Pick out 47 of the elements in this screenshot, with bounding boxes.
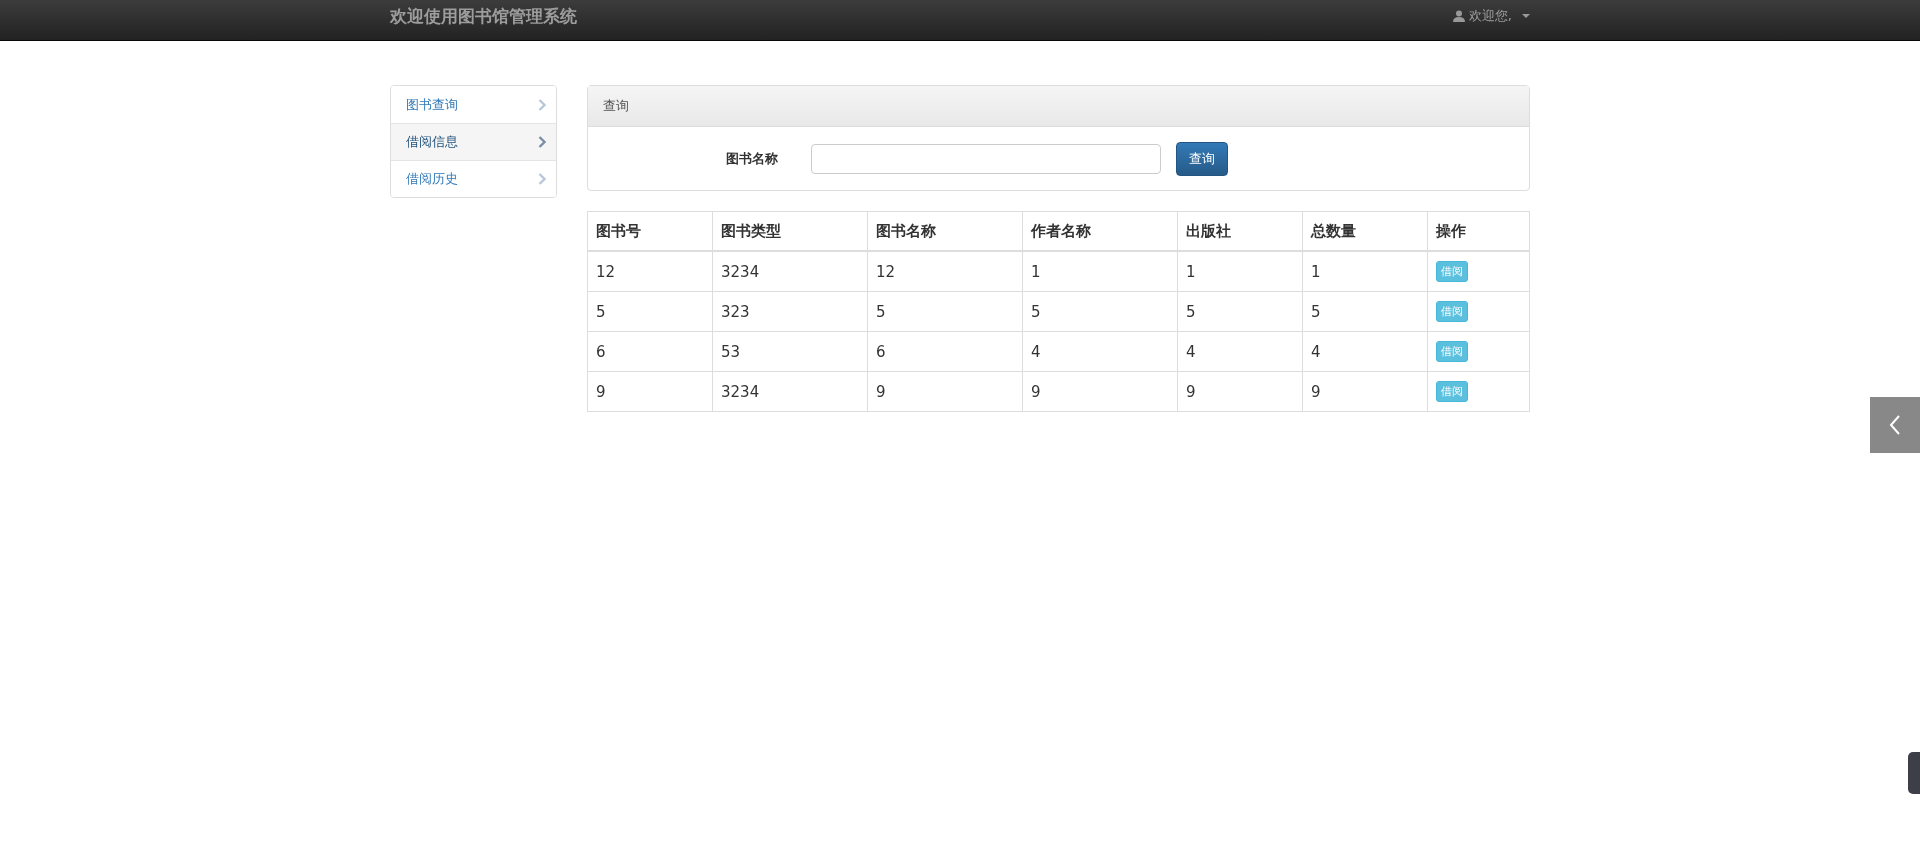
sidebar-item[interactable]: 借阅信息 <box>391 123 556 160</box>
side-handle[interactable] <box>1908 752 1920 794</box>
chevron-left-icon <box>1889 415 1901 435</box>
column-header: 图书名称 <box>867 211 1023 251</box>
user-menu[interactable]: 欢迎您, <box>1452 0 1530 25</box>
panel-title: 查询 <box>603 97 629 115</box>
table-cell: 1 <box>1177 251 1303 292</box>
table-cell: 9 <box>1022 371 1178 412</box>
table-cell: 4 <box>1302 331 1428 372</box>
table-cell: 4 <box>1022 331 1178 372</box>
table-cell: 5 <box>1022 291 1178 332</box>
table-cell: 9 <box>1177 371 1303 412</box>
column-header: 操作 <box>1427 211 1530 251</box>
table-cell: 1 <box>1302 251 1428 292</box>
column-header: 作者名称 <box>1022 211 1178 251</box>
search-button[interactable]: 查询 <box>1176 141 1228 176</box>
table-cell: 12 <box>867 251 1023 292</box>
table-cell: 6 <box>867 331 1023 372</box>
sidebar-item[interactable]: 借阅历史 <box>391 160 556 197</box>
table-cell: 5 <box>1302 291 1428 332</box>
column-header: 出版社 <box>1177 211 1303 251</box>
table-cell: 9 <box>587 371 713 412</box>
table-cell: 1 <box>1022 251 1178 292</box>
user-icon <box>1452 10 1465 22</box>
column-header: 图书号 <box>587 211 713 251</box>
table-cell: 12 <box>587 251 713 292</box>
table-cell: 9 <box>1302 371 1428 412</box>
table-cell: 4 <box>1177 331 1303 372</box>
table-cell: 3234 <box>712 371 868 412</box>
table-cell: 323 <box>712 291 868 332</box>
table-cell: 6 <box>587 331 713 372</box>
chevron-right-icon <box>538 173 546 185</box>
table-cell: 9 <box>867 371 1023 412</box>
chevron-right-icon <box>538 136 546 148</box>
table-cell: 5 <box>587 291 713 332</box>
book-name-field[interactable] <box>811 143 1161 174</box>
caret-icon <box>1522 14 1530 18</box>
table-cell: 3234 <box>712 251 868 292</box>
table-cell: 5 <box>1177 291 1303 332</box>
collapse-tab[interactable] <box>1870 397 1920 453</box>
column-header: 总数量 <box>1302 211 1428 251</box>
table-cell: 53 <box>712 331 868 372</box>
chevron-right-icon <box>538 98 546 111</box>
field-label: 图书名称 <box>726 149 779 168</box>
site-title[interactable]: 欢迎使用图书馆管理系统 <box>390 0 577 28</box>
table-cell: 5 <box>867 291 1023 332</box>
column-header: 图书类型 <box>712 211 868 251</box>
